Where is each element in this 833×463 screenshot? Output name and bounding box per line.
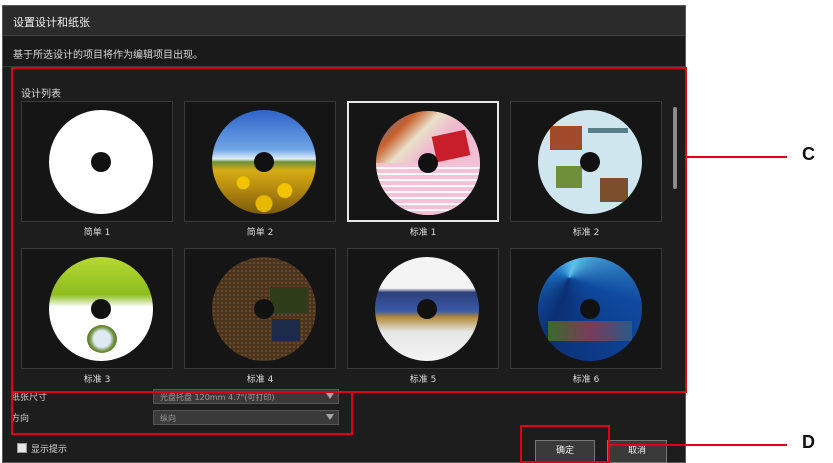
design-card-standard-2[interactable]: 标准 2	[510, 101, 662, 244]
design-label: 标准 6	[572, 375, 600, 385]
disc-image-icon	[376, 111, 480, 215]
orientation-value: 纵向	[160, 414, 176, 423]
design-grid: 简单 1 简单 2 标准 1 标准 2 标准 3 标准 4 标准 5 标准 6	[21, 101, 675, 399]
design-card-standard-3[interactable]: 标准 3	[21, 248, 173, 391]
design-label: 简单 1	[83, 228, 111, 238]
paper-size-select[interactable]: 光盘托盘 120mm 4.7"(可打印)	[153, 389, 339, 404]
design-list-label: 设计列表	[21, 89, 61, 100]
disc-image-icon	[538, 110, 642, 214]
paper-size-value: 光盘托盘 120mm 4.7"(可打印)	[160, 393, 275, 402]
disc-image-icon	[49, 257, 153, 361]
design-thumbnail	[347, 248, 499, 369]
design-label: 标准 2	[572, 228, 600, 238]
chevron-down-icon	[326, 414, 334, 420]
dialog-description: 基于所选设计的项目将作为编辑项目出现。	[13, 50, 203, 61]
chevron-down-icon	[326, 393, 334, 399]
design-list-scrollbar[interactable]	[673, 107, 677, 189]
disc-image-icon	[538, 257, 642, 361]
design-card-standard-1[interactable]: 标准 1	[347, 101, 499, 244]
design-panel: 设计列表 简单 1 简单 2 标准 1 标准 2 标准 3 标准 4 标准 5 …	[15, 73, 687, 399]
design-thumbnail	[510, 248, 662, 369]
description-row: 基于所选设计的项目将作为编辑项目出现。	[3, 37, 685, 67]
callout-label-c: C	[802, 144, 815, 164]
show-tips-checkbox-row[interactable]: 显示提示	[17, 442, 67, 455]
design-card-standard-4[interactable]: 标准 4	[184, 248, 336, 391]
design-card-standard-6[interactable]: 标准 6	[510, 248, 662, 391]
ok-button[interactable]: 确定	[535, 440, 595, 463]
disc-image-icon	[212, 257, 316, 361]
design-thumbnail	[21, 101, 173, 222]
design-label: 标准 1	[409, 228, 437, 238]
callout-line-c	[687, 156, 787, 158]
design-thumbnail	[510, 101, 662, 222]
design-thumbnail	[184, 248, 336, 369]
dialog-titlebar: 设置设计和纸张	[3, 6, 685, 36]
design-thumbnail	[184, 101, 336, 222]
disc-image-icon	[49, 110, 153, 214]
design-thumbnail	[21, 248, 173, 369]
callout-line-d	[610, 444, 787, 446]
design-thumbnail	[347, 101, 499, 222]
design-label: 标准 4	[246, 375, 274, 385]
orientation-label: 方向	[11, 414, 30, 424]
design-card-simple-1[interactable]: 简单 1	[21, 101, 173, 244]
show-tips-label: 显示提示	[31, 445, 68, 455]
set-design-dialog: 设置设计和纸张 基于所选设计的项目将作为编辑项目出现。 设计列表 简单 1 简单…	[2, 5, 686, 463]
callout-label-d: D	[802, 432, 815, 452]
dialog-title: 设置设计和纸张	[13, 16, 90, 29]
design-label: 简单 2	[246, 228, 274, 238]
checkbox-icon[interactable]	[17, 443, 27, 453]
design-label: 标准 5	[409, 375, 437, 385]
orientation-select[interactable]: 纵向	[153, 410, 339, 425]
disc-image-icon	[212, 110, 316, 214]
design-label: 标准 3	[83, 375, 111, 385]
design-card-simple-2[interactable]: 简单 2	[184, 101, 336, 244]
disc-image-icon	[375, 257, 479, 361]
paper-size-label: 纸张尺寸	[11, 393, 48, 403]
design-card-standard-5[interactable]: 标准 5	[347, 248, 499, 391]
